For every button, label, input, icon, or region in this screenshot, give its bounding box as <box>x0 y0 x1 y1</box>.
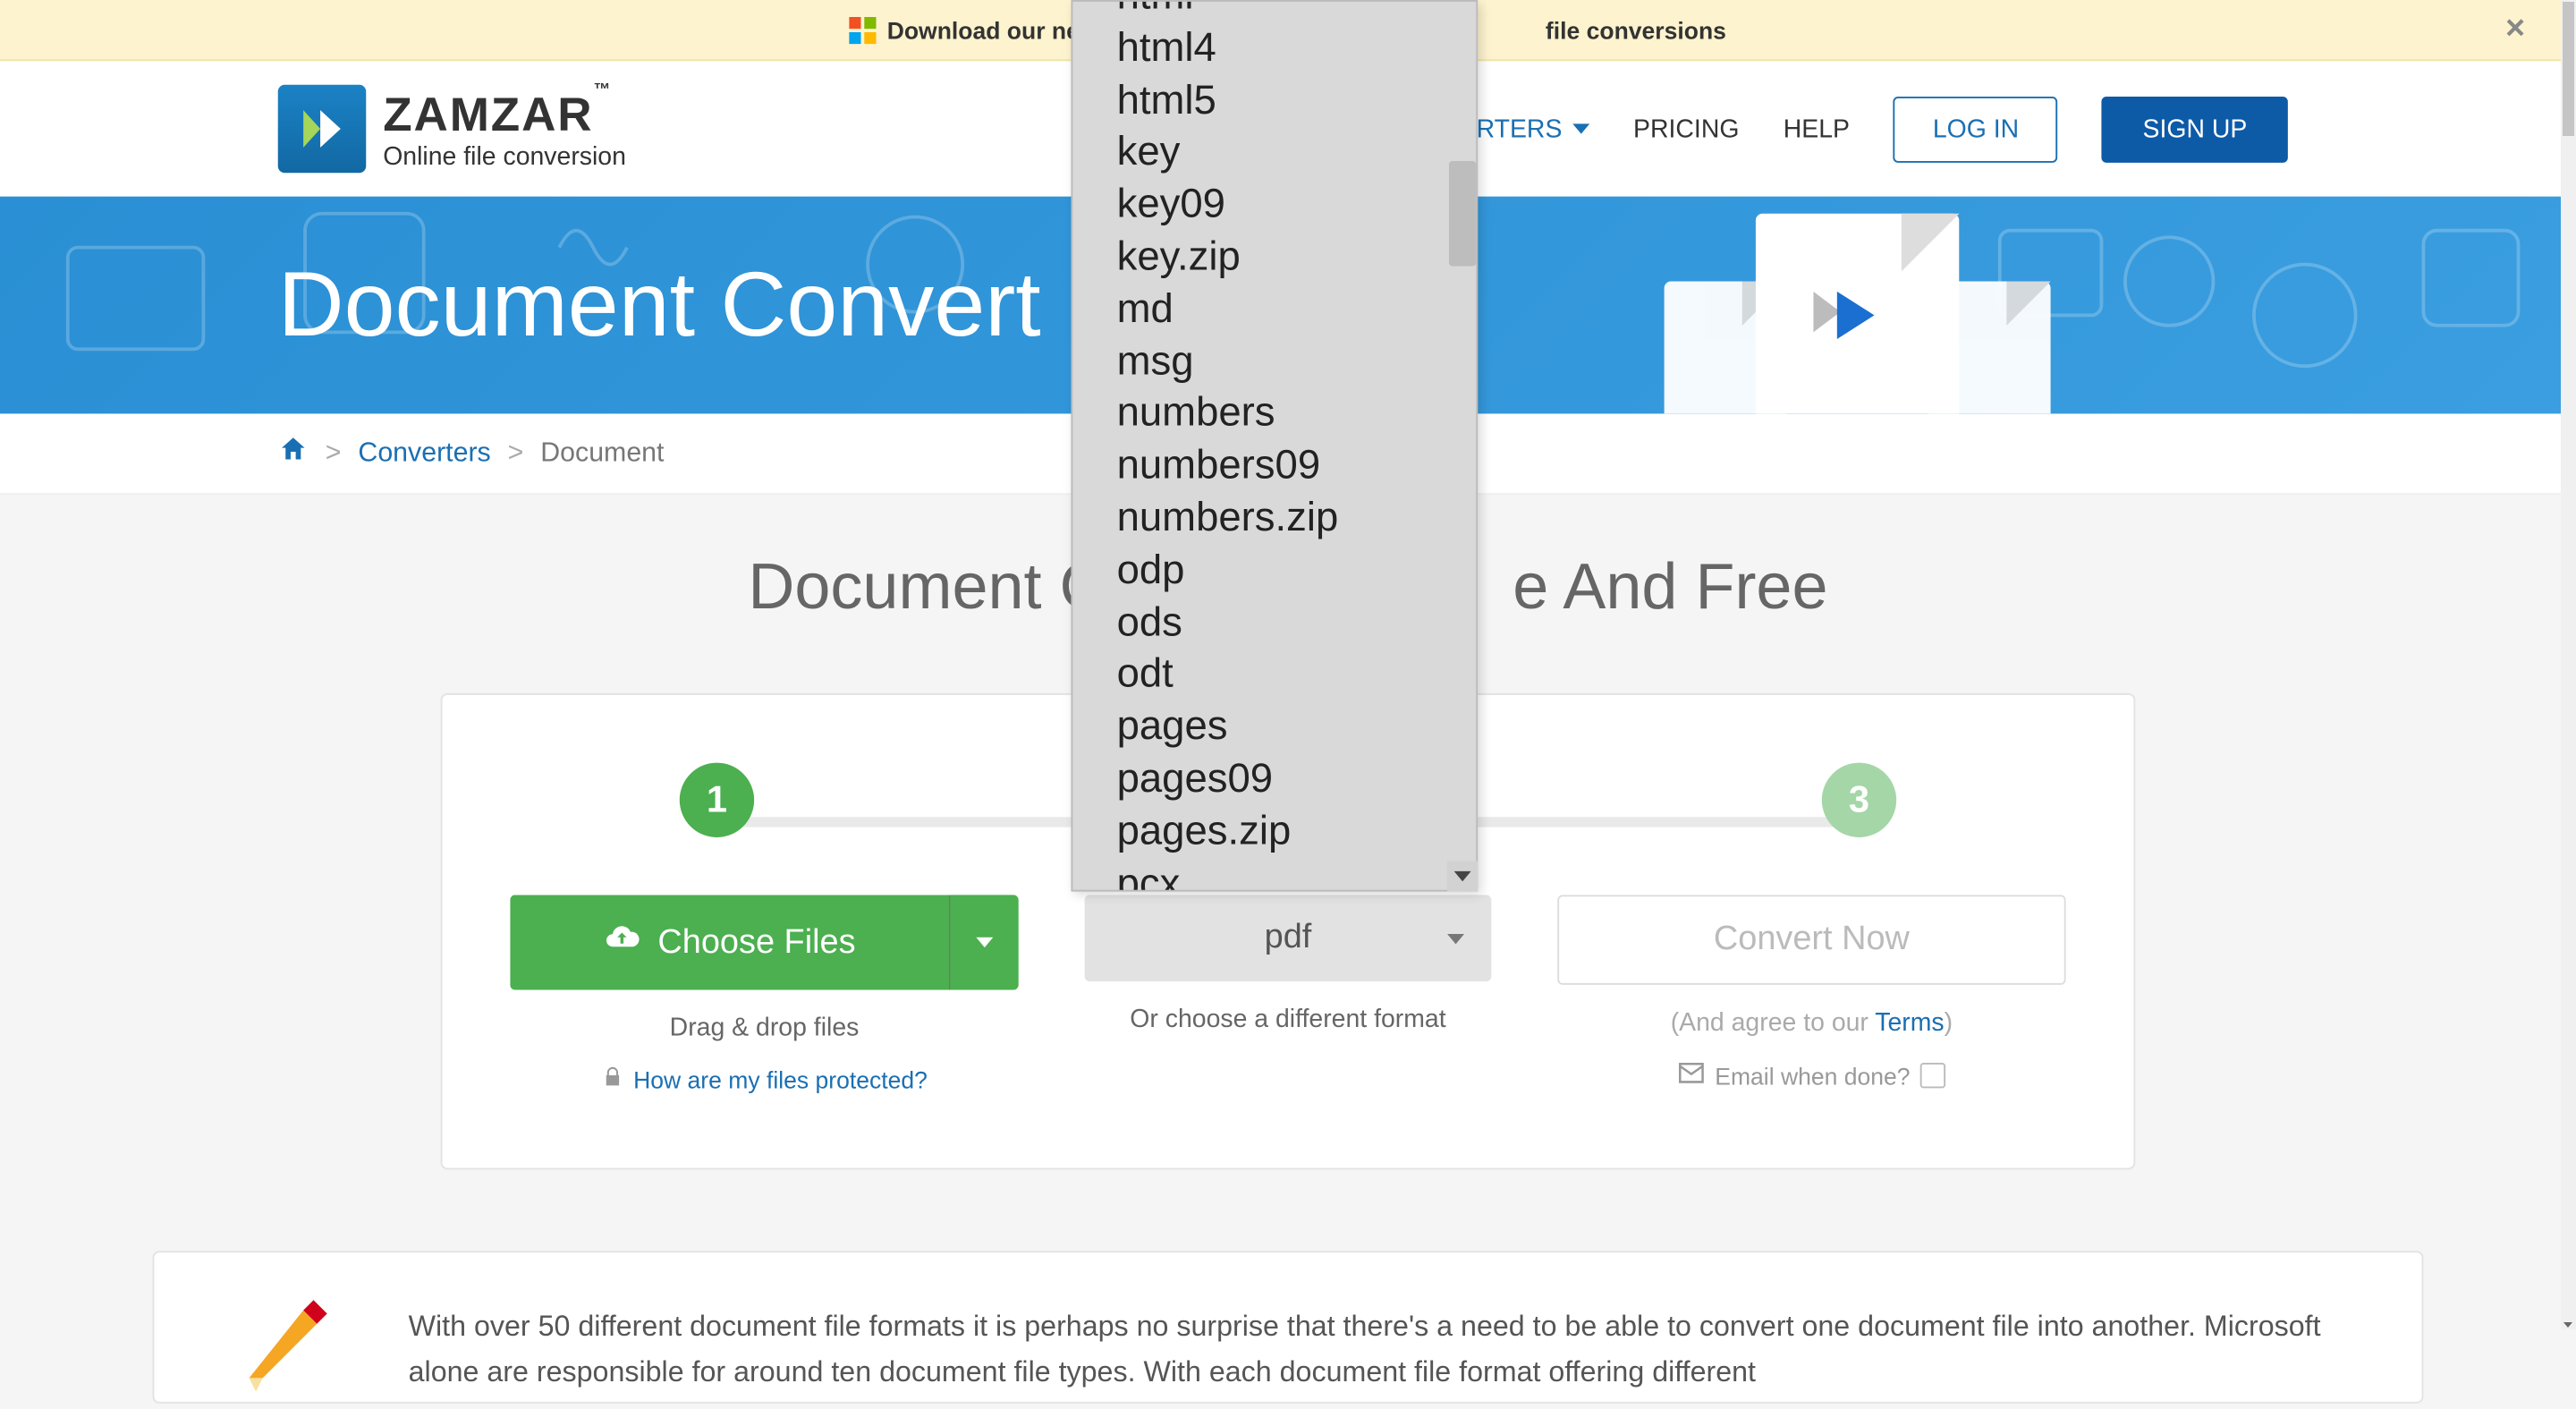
dropdown-option-numbers-zip[interactable]: numbers.zip <box>1072 493 1476 545</box>
dropdown-option-html5[interactable]: html5 <box>1072 75 1476 127</box>
nav-pricing[interactable]: PRICING <box>1633 115 1739 143</box>
dropdown-option-key09[interactable]: key09 <box>1072 180 1476 232</box>
description-text: With over 50 different document file for… <box>409 1303 2364 1396</box>
breadcrumb-sep: > <box>508 438 524 469</box>
lock-icon <box>601 1066 623 1093</box>
banner-close-icon[interactable]: × <box>2505 10 2525 49</box>
breadcrumb-converters[interactable]: Converters <box>358 438 490 469</box>
dropdown-scrollbar-thumb[interactable] <box>1449 161 1476 266</box>
signup-button[interactable]: SIGN UP <box>2102 96 2288 162</box>
dropdown-option-pcx[interactable]: pcx <box>1072 859 1476 890</box>
logo[interactable]: ZAMZAR™ Online file conversion <box>278 85 626 174</box>
files-protected-link[interactable]: How are my files protected? <box>601 1066 928 1093</box>
scroll-down-icon[interactable] <box>2563 1322 2572 1328</box>
description-card: With over 50 different document file for… <box>153 1251 2424 1404</box>
window-scrollbar[interactable] <box>2561 0 2576 1329</box>
convert-now-button[interactable]: Convert Now <box>1557 895 2065 984</box>
dropdown-option-html[interactable]: html <box>1072 2 1476 23</box>
banner-text-suffix: file conversions <box>1546 16 1726 43</box>
nav-help[interactable]: HELP <box>1784 115 1850 143</box>
scrollbar-thumb[interactable] <box>2563 2 2574 136</box>
email-when-done-label: Email when done? <box>1715 1062 1910 1089</box>
format-hint: Or choose a different format <box>1130 1006 1445 1034</box>
drag-drop-hint: Drag & drop files <box>670 1014 860 1042</box>
dropdown-option-ods[interactable]: ods <box>1072 598 1476 649</box>
dropdown-option-msg[interactable]: msg <box>1072 336 1476 388</box>
home-icon[interactable] <box>278 434 309 473</box>
chevron-down-icon <box>1572 123 1589 133</box>
hero-docs-graphic <box>1665 214 2051 414</box>
dropdown-option-pages-zip[interactable]: pages.zip <box>1072 806 1476 858</box>
format-dropdown[interactable]: htmlhtml4html5keykey09key.zipmdmsgnumber… <box>1071 0 1478 892</box>
logo-tagline: Online file conversion <box>383 141 626 170</box>
dropdown-option-odp[interactable]: odp <box>1072 546 1476 598</box>
logo-mark <box>278 85 367 174</box>
breadcrumb-sep: > <box>326 438 342 469</box>
cloud-upload-icon <box>604 919 641 966</box>
windows-icon <box>850 16 877 43</box>
banner-text-prefix: Download our new <box>887 16 1098 43</box>
caret-down-icon <box>976 938 993 947</box>
caret-down-icon <box>1454 871 1471 881</box>
dropdown-option-odt[interactable]: odt <box>1072 649 1476 701</box>
dropdown-option-key-zip[interactable]: key.zip <box>1072 233 1476 284</box>
login-button[interactable]: LOG IN <box>1894 96 2058 162</box>
play-icon <box>1813 292 1887 361</box>
format-selected-value: pdf <box>1265 919 1312 958</box>
choose-files-label: Choose Files <box>657 923 855 963</box>
mail-icon <box>1678 1061 1705 1090</box>
terms-link[interactable]: Terms <box>1875 1008 1944 1037</box>
email-when-done-checkbox[interactable] <box>1920 1063 1945 1088</box>
dropdown-option-html4[interactable]: html4 <box>1072 23 1476 75</box>
dropdown-option-pages[interactable]: pages <box>1072 702 1476 754</box>
caret-down-icon <box>1447 933 1464 943</box>
step-3-badge: 3 <box>1822 763 1896 837</box>
dropdown-option-md[interactable]: md <box>1072 284 1476 336</box>
logo-brand: ZAMZAR™ <box>383 88 626 142</box>
dropdown-option-numbers09[interactable]: numbers09 <box>1072 441 1476 493</box>
breadcrumb-current: Document <box>540 438 664 469</box>
dropdown-option-key[interactable]: key <box>1072 128 1476 180</box>
dropdown-option-pages09[interactable]: pages09 <box>1072 754 1476 806</box>
choose-files-button[interactable]: Choose Files <box>510 895 1018 989</box>
dropdown-scroll-down[interactable] <box>1447 862 1478 892</box>
dropdown-option-numbers[interactable]: numbers <box>1072 389 1476 441</box>
step-1-badge: 1 <box>680 763 754 837</box>
primary-nav: CONVERTERS PRICING HELP LOG IN SIGN UP <box>1386 96 2288 162</box>
pencil-icon <box>233 1294 335 1409</box>
terms-hint: (And agree to our Terms) <box>1671 1008 1953 1037</box>
choose-files-dropdown[interactable] <box>951 895 1019 989</box>
format-select[interactable]: pdf <box>1085 895 1492 981</box>
